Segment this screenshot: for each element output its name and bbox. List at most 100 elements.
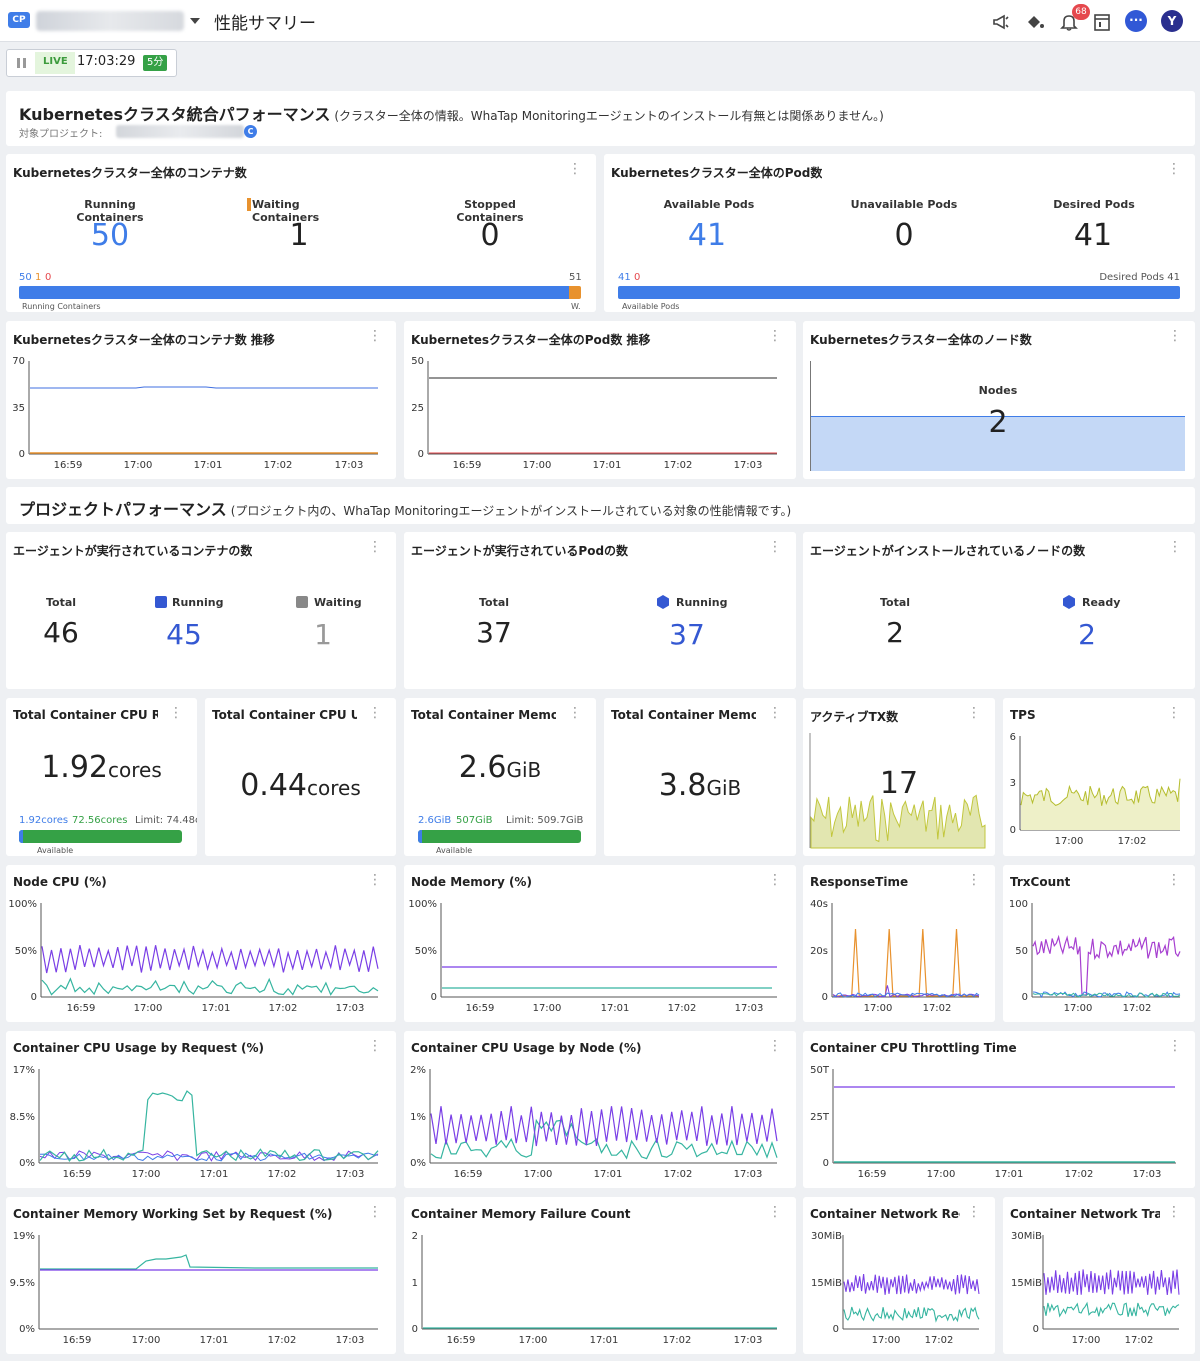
bar-desired-label: Desired Pods 41 [1099, 272, 1180, 283]
x-tick: 17:02 [1123, 1003, 1152, 1014]
memory-failure-panel: Container Memory Failure Count ⋮ 2 1 0 1… [404, 1197, 796, 1354]
bar-available: 507GiB [456, 815, 493, 826]
x-tick: 17:01 [200, 1335, 229, 1346]
time-range-badge[interactable]: 5分 [143, 55, 168, 71]
waiting-legend-swatch [247, 198, 251, 211]
more-vert-icon[interactable]: ⋮ [1168, 540, 1182, 556]
calendar-panel-icon[interactable] [1091, 11, 1113, 33]
x-tick: 17:00 [524, 1169, 553, 1180]
y-tick: 100 [1009, 899, 1028, 910]
more-vert-icon[interactable]: ⋮ [1168, 329, 1182, 345]
bar-count-waiting: 1 [35, 272, 42, 283]
panel-title: Total Container CPU Rec [13, 708, 158, 722]
avatar[interactable]: Y [1161, 10, 1183, 32]
x-tick: 17:00 [523, 460, 552, 471]
paint-bucket-icon[interactable] [1024, 11, 1046, 33]
bar-count-running: 50 [19, 272, 32, 283]
y-tick: 0 [1010, 825, 1016, 836]
more-vert-icon[interactable]: ⋮ [368, 540, 382, 556]
megaphone-icon[interactable] [991, 11, 1013, 33]
more-vert-icon[interactable]: ⋮ [568, 162, 582, 178]
unit: GiB [506, 758, 542, 782]
cluster-containers-panel: Kubernetesクラスター全体のコンテナ数 ⋮ Running Contai… [6, 154, 596, 312]
tps-area [1021, 778, 1180, 830]
cpu-by-request-chart: 17% 8.5% 0% 16:59 17:00 17:01 17:02 17:0… [10, 1065, 379, 1180]
total-label: Total [45, 596, 77, 609]
y-tick: 0 [823, 1158, 829, 1169]
node-cpu-chart: 100% 50% 0 16:59 17:00 17:01 17:02 17:03 [8, 899, 379, 1014]
x-tick: 17:02 [925, 1335, 954, 1346]
project-c-badge: C [244, 125, 257, 138]
section-subtitle: (プロジェクト内の、WhaTap Monitoringエージェントがインストール… [230, 504, 792, 518]
y-tick: 100% [8, 899, 37, 910]
running-series-line [30, 386, 378, 389]
response-time-chart: 40s 20s 0 17:00 17:02 [810, 899, 980, 1014]
y-tick: 50 [1015, 946, 1028, 957]
y-tick: 40s [810, 899, 828, 910]
cluster-pods-panel: Kubernetesクラスター全体のPod数 ⋮ Available Pods … [604, 154, 1195, 312]
pause-icon[interactable] [17, 58, 27, 68]
network-transmit-chart: 30MiB 15MiB 0 17:00 17:02 [1011, 1231, 1180, 1346]
x-tick: 17:00 [132, 1335, 161, 1346]
y-tick: 2 [412, 1231, 418, 1242]
response-time-series-1 [833, 928, 979, 997]
y-tick: 15MiB [1011, 1278, 1042, 1289]
chat-icon[interactable]: ··· [1125, 10, 1147, 32]
x-tick: 17:02 [664, 460, 693, 471]
available-pods-value: 41 [687, 218, 727, 253]
section-title: プロジェクトパフォーマンス [19, 500, 227, 519]
y-tick: 50% [15, 946, 37, 957]
y-tick: 3 [1010, 778, 1016, 789]
pod-trend-chart: 50 25 0 16:59 17:00 17:01 17:02 17:03 [411, 356, 777, 471]
x-tick: 17:00 [132, 1169, 161, 1180]
x-tick: 17:03 [336, 1169, 365, 1180]
memory-working-set-chart: 19% 9.5% 0% 16:59 17:00 17:01 17:02 17:0… [10, 1231, 378, 1346]
project-selector[interactable] [36, 11, 184, 31]
waiting-label: Waiting [314, 596, 362, 609]
x-tick: 17:02 [664, 1169, 693, 1180]
response-time-panel: ResponseTime ⋮ 40s 20s 0 17:00 17:02 [803, 865, 995, 1022]
bar-available: 72.56cores [72, 815, 128, 826]
net-tx-series-2 [1043, 1301, 1180, 1318]
available-bar [19, 830, 182, 843]
y-tick: 25 [411, 403, 424, 414]
ready-value: 2 [1078, 618, 1096, 651]
y-tick: 100% [408, 899, 437, 910]
y-tick: 9.5% [10, 1278, 35, 1289]
x-tick: 16:59 [454, 1169, 483, 1180]
y-tick: 0 [1022, 992, 1028, 1003]
x-tick: 17:02 [264, 460, 293, 471]
more-vert-icon[interactable]: ⋮ [568, 706, 582, 722]
hexagon-icon [657, 595, 669, 609]
chevron-down-icon[interactable] [190, 18, 200, 24]
bar-label: Available [37, 846, 74, 855]
x-tick: 17:03 [335, 460, 364, 471]
running-value: 37 [669, 618, 705, 651]
x-tick: 16:59 [67, 1003, 96, 1014]
x-tick: 17:02 [923, 1003, 952, 1014]
agent-nodes-panel: エージェントがインストールされているノードの数 ⋮ Total 2 Ready … [803, 532, 1195, 689]
unit: cores [108, 758, 162, 782]
live-time-control[interactable]: LIVE 17:03:29 5分 [6, 49, 177, 77]
panel-title: エージェントが実行されているコンテナの数 [13, 544, 253, 558]
y-tick: 0 [1033, 1324, 1039, 1335]
more-vert-icon[interactable]: ⋮ [169, 706, 183, 722]
y-tick: 20s [810, 946, 828, 957]
more-vert-icon[interactable]: ⋮ [1167, 162, 1181, 178]
y-tick: 30MiB [1011, 1231, 1042, 1242]
more-vert-icon[interactable]: ⋮ [768, 706, 782, 722]
more-vert-icon[interactable]: ⋮ [368, 706, 382, 722]
more-vert-icon[interactable]: ⋮ [768, 540, 782, 556]
x-tick: 17:02 [268, 1169, 297, 1180]
bar-limit: Limit: 74.48c [135, 815, 197, 826]
agent-containers-panel: エージェントが実行されているコンテナの数 ⋮ Total 46 Running … [6, 532, 396, 689]
available-pods-label: Available Pods [663, 198, 755, 211]
pod-trend-panel: Kubernetesクラスター全体のPod数 推移 ⋮ 50 25 0 16:5… [404, 321, 796, 479]
x-tick: 17:00 [864, 1003, 893, 1014]
available-bar [618, 286, 1180, 299]
waiting-bar [569, 286, 581, 299]
y-tick: 2% [410, 1065, 426, 1076]
live-time: 17:03:29 [77, 54, 136, 69]
x-tick: 17:00 [1072, 1335, 1101, 1346]
y-tick: 50 [411, 356, 424, 367]
